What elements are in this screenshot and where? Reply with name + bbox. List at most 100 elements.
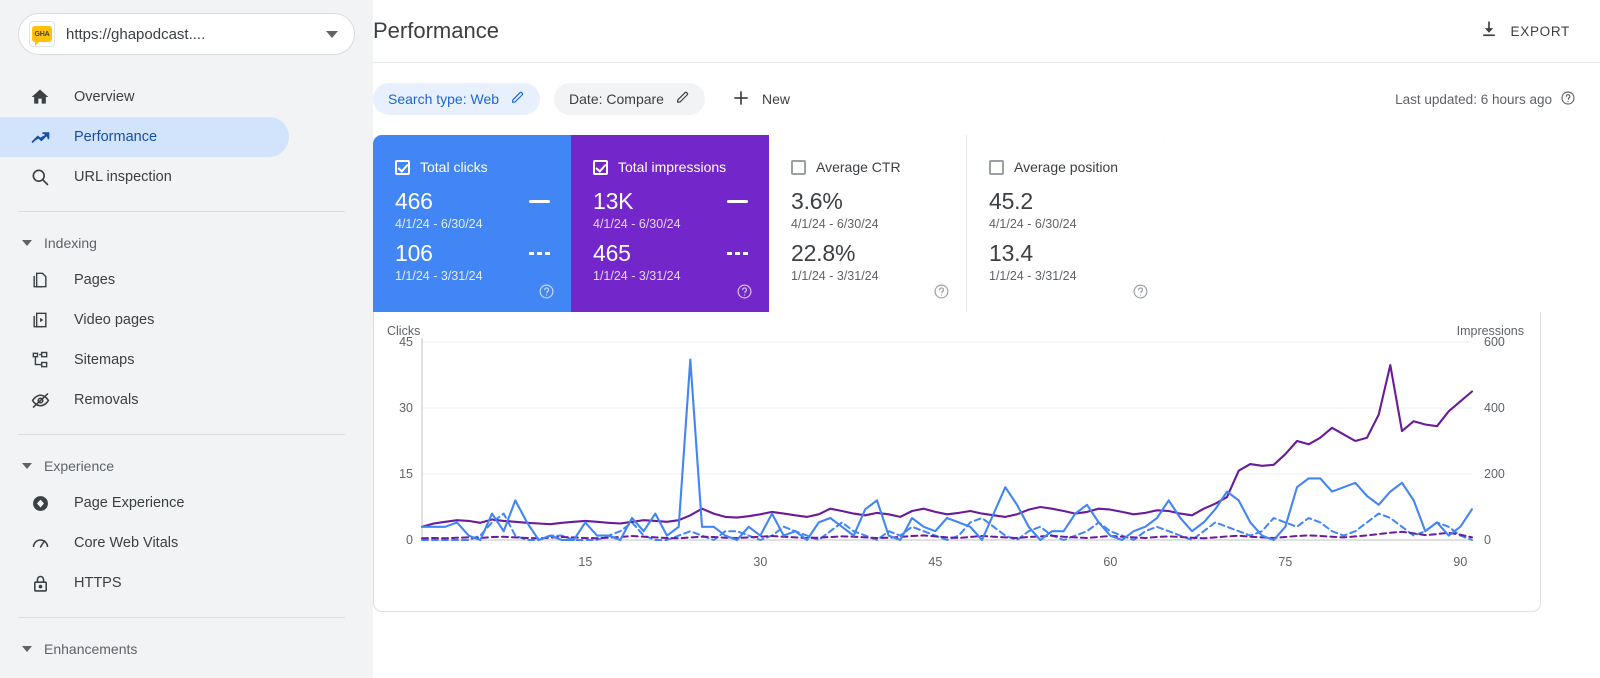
sidebar-item-pages[interactable]: Pages [0,260,289,300]
metric-card-header: Average CTR [791,159,966,175]
sidebar-item-label: Video pages [74,312,155,328]
metric-current-row: 3.6% [791,188,946,215]
chevron-down-icon [22,463,32,469]
solid-line-marker-icon [529,199,550,204]
sidebar-group-experience[interactable]: Experience [0,449,373,483]
chevron-down-icon [22,240,32,246]
performance-chart[interactable]: Clicks Impressions 0 15 30 45 0 200 400 600 15 30… [373,312,1541,612]
metric-previous-row: 106 [395,240,550,267]
plus-icon [731,88,751,111]
property-logo-text: GHA [34,30,50,38]
sidebar-item-sitemaps[interactable]: Sitemaps [0,340,289,380]
metric-card-total-clicks[interactable]: Total clicks 466 4/1/24 - 6/30/24 106 1/… [373,135,571,312]
metric-current-row: 466 [395,188,550,215]
metric-card-average-position[interactable]: Average position 45.2 4/1/24 - 6/30/24 1… [967,135,1165,312]
export-button[interactable]: EXPORT [1473,11,1576,52]
svg-text:60: 60 [1103,555,1117,569]
svg-text:15: 15 [399,467,413,481]
home-icon [28,85,52,109]
metric-previous-range: 1/1/24 - 3/31/24 [395,269,483,283]
last-updated-label: Last updated: 6 hours ago [1395,91,1552,107]
metric-current-value: 13K [593,188,634,214]
filter-chip-label: Search type: Web [388,91,500,107]
search-icon [28,165,52,189]
sidebar-item-label: Performance [74,129,158,145]
svg-text:15: 15 [578,555,592,569]
checkbox-icon[interactable] [395,159,410,175]
checkbox-icon[interactable] [791,159,806,175]
sidebar-group-label: Experience [44,458,115,474]
metric-previous-range: 1/1/24 - 3/31/24 [593,269,681,283]
svg-text:90: 90 [1453,555,1467,569]
metric-current-range: 4/1/24 - 6/30/24 [989,217,1077,231]
help-circle-icon[interactable] [1132,283,1149,300]
video-pages-icon [28,308,52,332]
metric-card-average-ctr[interactable]: Average CTR 3.6% 4/1/24 - 6/30/24 22.8% … [769,135,967,312]
sitemap-icon [28,348,52,372]
sidebar-item-removals[interactable]: Removals [0,380,289,420]
metric-card-header: Total impressions [593,159,769,175]
pencil-icon[interactable] [510,90,525,108]
sidebar-group-indexing[interactable]: Indexing [0,226,373,260]
sidebar-item-label: Overview [74,89,135,105]
metric-previous-row: 13.4 [989,240,1144,267]
metric-previous-row: 22.8% [791,240,946,267]
sidebar-item-label: URL inspection [74,169,172,185]
checkbox-icon[interactable] [989,159,1004,175]
metric-current-value: 3.6% [791,188,843,214]
sidebar-group-label: Enhancements [44,641,138,657]
metric-previous-value: 465 [593,240,631,266]
metric-current-row: 13K [593,188,748,215]
sidebar-item-label: Page Experience [74,495,185,511]
sidebar-item-label: Sitemaps [74,352,135,368]
help-circle-icon[interactable] [736,283,753,300]
sidebar-item-https[interactable]: HTTPS [0,563,289,603]
property-logo-icon: GHA [29,21,55,47]
metric-previous-value: 22.8% [791,240,856,266]
property-url: https://ghapodcast.... [66,25,206,43]
last-updated: Last updated: 6 hours ago [1395,90,1576,109]
property-selector[interactable]: GHA https://ghapodcast.... [18,13,355,55]
new-filter-button[interactable]: New [719,83,802,115]
sidebar-item-performance[interactable]: Performance [0,117,289,157]
metric-card-header: Total clicks [395,159,571,175]
help-circle-icon[interactable] [933,283,950,300]
svg-text:0: 0 [406,533,413,547]
sidebar: GHA https://ghapodcast.... Overview Perf… [0,0,373,678]
svg-text:45: 45 [399,335,413,349]
sidebar-item-core-web-vitals[interactable]: Core Web Vitals [0,523,289,563]
filter-bar: Search type: Web Date: Compare New Last [373,63,1600,135]
eye-off-icon [28,388,52,412]
sidebar-item-label: Pages [74,272,116,288]
top-bar: Performance EXPORT [373,0,1600,63]
sidebar-item-url-inspection[interactable]: URL inspection [0,157,289,197]
sidebar-group-label: Indexing [44,235,97,251]
sidebar-item-video-pages[interactable]: Video pages [0,300,289,340]
help-circle-icon[interactable] [538,283,555,300]
metric-card-title: Total impressions [618,159,727,175]
metric-card-title: Total clicks [420,159,488,175]
pencil-icon[interactable] [675,90,690,108]
sidebar-item-page-experience[interactable]: Page Experience [0,483,289,523]
export-label: EXPORT [1510,23,1570,39]
page-title: Performance [373,18,499,43]
metric-current-range: 4/1/24 - 6/30/24 [395,217,483,231]
metric-card-title: Average position [1014,159,1119,175]
chart-canvas: 0 15 30 45 0 200 400 600 15 30 45 60 75 90 [399,335,1505,569]
chevron-down-icon[interactable] [326,30,338,38]
filter-chip-date[interactable]: Date: Compare [554,83,705,115]
sidebar-divider [18,617,345,618]
filter-chip-search-type[interactable]: Search type: Web [373,83,541,115]
svg-text:600: 600 [1484,335,1505,349]
metric-card-title: Average CTR [816,159,901,175]
sidebar-item-overview[interactable]: Overview [0,77,289,117]
performance-content: Total clicks 466 4/1/24 - 6/30/24 106 1/… [373,135,1600,612]
dashed-line-marker-icon [529,251,550,256]
svg-text:75: 75 [1278,555,1292,569]
sidebar-divider [18,211,345,212]
checkbox-icon[interactable] [593,159,608,175]
metric-card-total-impressions[interactable]: Total impressions 13K 4/1/24 - 6/30/24 4… [571,135,769,312]
sidebar-group-enhancements[interactable]: Enhancements [0,632,373,666]
help-circle-icon[interactable] [1560,90,1576,109]
download-icon [1479,19,1499,44]
